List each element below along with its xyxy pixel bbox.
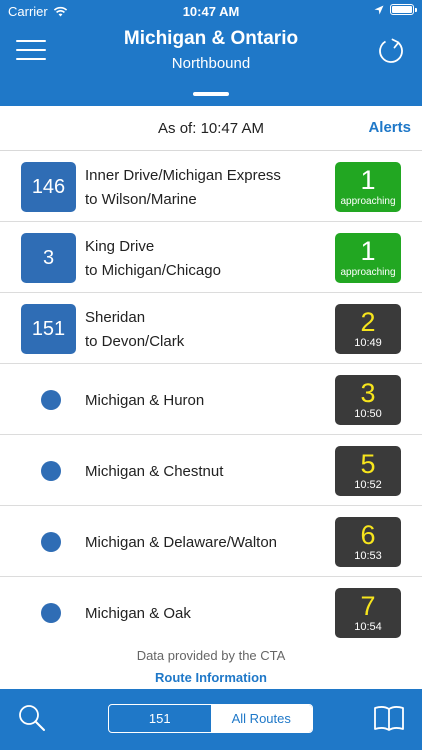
stop-name: Michigan & Delaware/Walton — [85, 534, 278, 551]
drag-handle[interactable] — [193, 92, 229, 96]
battery-fill — [392, 6, 412, 13]
data-credit: Data provided by the CTA — [136, 648, 286, 663]
refresh-icon[interactable] — [376, 36, 406, 66]
arrival-detail: approaching — [340, 196, 396, 207]
route-name: King Drive — [85, 238, 155, 255]
page-title: Michigan & Ontario — [123, 28, 299, 49]
info-row: As of: 10:47 AM Alerts — [0, 106, 422, 151]
route-badge: 3 — [21, 233, 76, 283]
arrival-minutes: 5 — [360, 449, 376, 479]
alerts-button[interactable]: Alerts — [368, 119, 411, 136]
arrival-row[interactable]: 151 Sheridan to Devon/Clark 2 10:49 — [0, 293, 422, 364]
route-badge: 146 — [21, 162, 76, 212]
stop-dot-icon — [41, 603, 61, 623]
arrival-minutes: 2 — [360, 307, 376, 337]
book-icon[interactable] — [373, 703, 405, 733]
stop-dot-icon — [41, 532, 61, 552]
arrival-detail: 10:53 — [354, 550, 382, 562]
arrival-badge: 5 10:52 — [335, 446, 401, 496]
arrival-row[interactable]: 146 Inner Drive/Michigan Express to Wils… — [0, 151, 422, 222]
battery-icon — [390, 4, 417, 15]
arrival-badge: 6 10:53 — [335, 517, 401, 567]
status-right — [374, 4, 417, 15]
bottom-toolbar: 151 All Routes — [0, 689, 422, 750]
arrival-minutes: 1 — [360, 165, 376, 195]
stop-name: Michigan & Oak — [85, 605, 191, 622]
arrival-minutes: 7 — [360, 591, 376, 621]
segment-all-routes[interactable]: All Routes — [210, 705, 312, 732]
route-filter-segmented-control: 151 All Routes — [108, 704, 313, 733]
stop-name: Michigan & Huron — [85, 392, 205, 409]
arrival-detail: 10:50 — [354, 408, 382, 420]
stop-row[interactable]: Michigan & Delaware/Walton 6 10:53 — [0, 506, 422, 577]
route-destination: to Devon/Clark — [85, 333, 185, 350]
arrival-badge: 7 10:54 — [335, 588, 401, 638]
stop-name: Michigan & Chestnut — [85, 463, 224, 480]
segment-route-151[interactable]: 151 — [109, 705, 211, 732]
as-of-timestamp: As of: 10:47 AM — [158, 120, 264, 137]
route-information-link[interactable]: Route Information — [0, 670, 422, 685]
arrival-detail: 10:49 — [354, 337, 382, 349]
stop-row[interactable]: Michigan & Chestnut 5 10:52 — [0, 435, 422, 506]
arrival-badge: 2 10:49 — [335, 304, 401, 354]
arrival-badge: 1 approaching — [335, 233, 401, 283]
status-bar: Carrier 10:47 AM — [0, 0, 422, 22]
arrival-minutes: 3 — [360, 378, 376, 408]
route-name: Inner Drive/Michigan Express — [85, 167, 281, 184]
header-bar: Carrier 10:47 AM Michigan & Ontario Nort… — [0, 0, 422, 106]
arrival-detail: 10:52 — [354, 479, 382, 491]
stop-row[interactable]: Michigan & Oak 7 10:54 — [0, 577, 422, 648]
arrival-detail: approaching — [340, 267, 396, 278]
arrival-badge: 3 10:50 — [335, 375, 401, 425]
arrival-minutes: 6 — [360, 520, 376, 550]
stop-row[interactable]: Michigan & Huron 3 10:50 — [0, 364, 422, 435]
stop-dot-icon — [41, 390, 61, 410]
route-name: Sheridan — [85, 309, 146, 326]
route-badge: 151 — [21, 304, 76, 354]
location-arrow-icon — [374, 5, 384, 14]
search-icon[interactable] — [17, 703, 47, 733]
arrival-badge: 1 approaching — [335, 162, 401, 212]
arrival-detail: 10:54 — [354, 621, 382, 633]
arrival-minutes: 1 — [360, 236, 376, 266]
status-time: 10:47 AM — [182, 4, 240, 19]
route-destination: to Michigan/Chicago — [85, 262, 221, 279]
stop-dot-icon — [41, 461, 61, 481]
arrival-row[interactable]: 3 King Drive to Michigan/Chicago 1 appro… — [0, 222, 422, 293]
direction-subtitle: Northbound — [171, 55, 251, 72]
route-destination: to Wilson/Marine — [85, 191, 197, 208]
